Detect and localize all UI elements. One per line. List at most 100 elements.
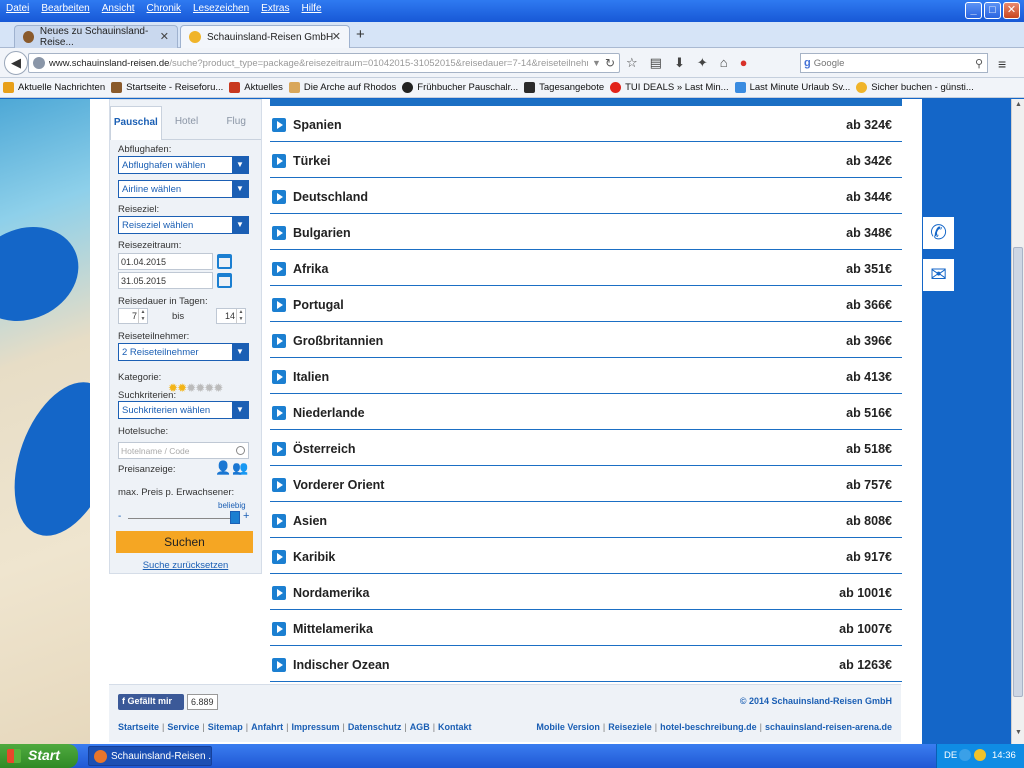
slider-plus-icon[interactable]: + (243, 510, 249, 522)
addon-icon[interactable]: ✦ (697, 55, 708, 71)
url-bar[interactable]: www.schauinsland-reisen.de/suche?product… (28, 53, 620, 73)
price-slider-handle[interactable] (230, 511, 240, 524)
search-input[interactable] (813, 57, 954, 69)
destination-name[interactable]: Österreich (293, 442, 356, 456)
home-icon[interactable]: ⌂ (720, 55, 728, 71)
destination-name[interactable]: Karibik (293, 550, 335, 564)
sun-star-icon[interactable]: ✹ (213, 381, 223, 395)
reiseziel-select[interactable]: Reiseziel wählen ▼ (118, 216, 249, 234)
kategorie-star-rating[interactable]: ✹✹✹✹✹✹ (168, 381, 223, 395)
mail-envelope-icon[interactable]: ✉ (922, 258, 955, 292)
result-row[interactable]: Karibik ab 917€ (270, 538, 902, 574)
maximize-button[interactable]: □ (984, 2, 1001, 19)
sun-star-icon[interactable]: ✹ (177, 381, 187, 395)
menu-datei[interactable]: Datei (0, 0, 35, 18)
spinner-arrows-icon[interactable]: ▲ ▼ (236, 309, 245, 323)
adblock-icon[interactable]: ● (740, 55, 748, 71)
bookmark-item[interactable]: Frühbucher Pauschalr... (399, 82, 521, 93)
airline-select[interactable]: Airline wählen ▼ (118, 180, 249, 198)
calendar-icon[interactable] (217, 273, 232, 288)
chevron-down-icon[interactable]: ▼ (232, 157, 248, 173)
destination-name[interactable]: Asien (293, 514, 327, 528)
site-identity-icon[interactable] (33, 57, 45, 69)
scroll-down-icon[interactable]: ▼ (1013, 729, 1024, 741)
play-arrow-icon[interactable] (272, 622, 286, 636)
destination-name[interactable]: Bulgarien (293, 226, 351, 240)
result-row[interactable]: Deutschland ab 344€ (270, 178, 902, 214)
suchkriterien-select[interactable]: Suchkriterien wählen ▼ (118, 401, 249, 419)
date-to-input[interactable]: 31.05.2015 (118, 272, 213, 289)
close-window-button[interactable]: ✕ (1003, 2, 1020, 19)
destination-name[interactable]: Spanien (293, 118, 342, 132)
start-button[interactable]: Start (0, 744, 78, 768)
price-slider-track[interactable] (128, 518, 238, 519)
back-arrow-icon[interactable]: ◀ (4, 51, 28, 75)
menu-ansicht[interactable]: Ansicht (96, 0, 141, 18)
menu-hilfe[interactable]: Hilfe (296, 0, 328, 18)
footer-link[interactable]: Impressum (291, 722, 339, 732)
footer-link[interactable]: Datenschutz (348, 722, 402, 732)
bookmark-item[interactable]: Die Arche auf Rhodos (286, 82, 399, 93)
destination-name[interactable]: Mittelamerika (293, 622, 373, 636)
result-row[interactable]: Spanien ab 324€ (270, 106, 902, 142)
scrollbar-thumb[interactable] (1013, 247, 1023, 697)
tab-flug[interactable]: Flug (211, 106, 262, 140)
result-row[interactable]: Bulgarien ab 348€ (270, 214, 902, 250)
play-arrow-icon[interactable] (272, 226, 286, 240)
phone-icon[interactable]: ✆ (922, 216, 955, 250)
url-dropdown-icon[interactable]: ▼ (592, 58, 601, 68)
menu-chronik[interactable]: Chronik (141, 0, 187, 18)
menu-bearbeiten[interactable]: Bearbeiten (35, 0, 95, 18)
suche-zuruecksetzen-link[interactable]: Suche zurücksetzen (110, 560, 261, 571)
minimize-button[interactable]: _ (965, 2, 982, 19)
result-row[interactable]: Österreich ab 518€ (270, 430, 902, 466)
play-arrow-icon[interactable] (272, 298, 286, 312)
result-row[interactable]: Indischer Ozean ab 1263€ (270, 646, 902, 682)
menu-extras[interactable]: Extras (255, 0, 295, 18)
hamburger-menu-icon[interactable]: ≡ (998, 56, 1006, 72)
single-person-icon[interactable]: 👤 (215, 460, 231, 476)
suchen-button[interactable]: Suchen (116, 531, 253, 553)
chevron-down-icon[interactable]: ▼ (232, 344, 248, 360)
footer-link[interactable]: AGB (410, 722, 430, 732)
destination-name[interactable]: Indischer Ozean (293, 658, 390, 672)
result-row[interactable]: Großbritannien ab 396€ (270, 322, 902, 358)
result-row[interactable]: Türkei ab 342€ (270, 142, 902, 178)
sun-star-icon[interactable]: ✹ (195, 381, 205, 395)
group-persons-icon[interactable]: 👥 (232, 460, 248, 476)
scroll-up-icon[interactable]: ▲ (1013, 101, 1024, 113)
footer-link[interactable]: Mobile Version (536, 722, 600, 732)
play-arrow-icon[interactable] (272, 478, 286, 492)
footer-link[interactable]: schauinsland-reisen-arena.de (765, 722, 892, 732)
tab-close-icon[interactable]: ✕ (332, 30, 341, 43)
bookmark-item[interactable]: Aktuelle Nachrichten (0, 82, 108, 93)
reload-icon[interactable]: ↻ (605, 56, 615, 70)
date-from-input[interactable]: 01.04.2015 (118, 253, 213, 270)
bookmark-item[interactable]: Aktuelles (226, 82, 286, 93)
play-arrow-icon[interactable] (272, 370, 286, 384)
play-arrow-icon[interactable] (272, 190, 286, 204)
chevron-down-icon[interactable]: ▼ (232, 402, 248, 418)
teilnehmer-select[interactable]: 2 Reiseteilnehmer ▼ (118, 343, 249, 361)
destination-name[interactable]: Türkei (293, 154, 331, 168)
bookmark-item[interactable]: Last Minute Urlaub Sv... (732, 82, 854, 93)
tab-hotel[interactable]: Hotel (161, 106, 212, 140)
sun-star-icon[interactable]: ✹ (186, 381, 196, 395)
footer-link[interactable]: Sitemap (208, 722, 243, 732)
result-row[interactable]: Asien ab 808€ (270, 502, 902, 538)
play-arrow-icon[interactable] (272, 154, 286, 168)
bookmark-item[interactable]: Tagesangebote (521, 82, 607, 93)
footer-link[interactable]: hotel-beschreibung.de (660, 722, 757, 732)
play-arrow-icon[interactable] (272, 514, 286, 528)
play-arrow-icon[interactable] (272, 658, 286, 672)
result-row[interactable]: Afrika ab 351€ (270, 250, 902, 286)
search-circle-icon[interactable] (236, 446, 245, 455)
destination-name[interactable]: Deutschland (293, 190, 368, 204)
hotelsuche-input[interactable]: Hotelname / Code (118, 442, 249, 459)
play-arrow-icon[interactable] (272, 586, 286, 600)
chevron-down-icon[interactable]: ▼ (232, 181, 248, 197)
menu-lesezeichen[interactable]: Lesezeichen (187, 0, 255, 18)
footer-link[interactable]: Service (167, 722, 199, 732)
result-row[interactable]: Portugal ab 366€ (270, 286, 902, 322)
destination-name[interactable]: Italien (293, 370, 329, 384)
